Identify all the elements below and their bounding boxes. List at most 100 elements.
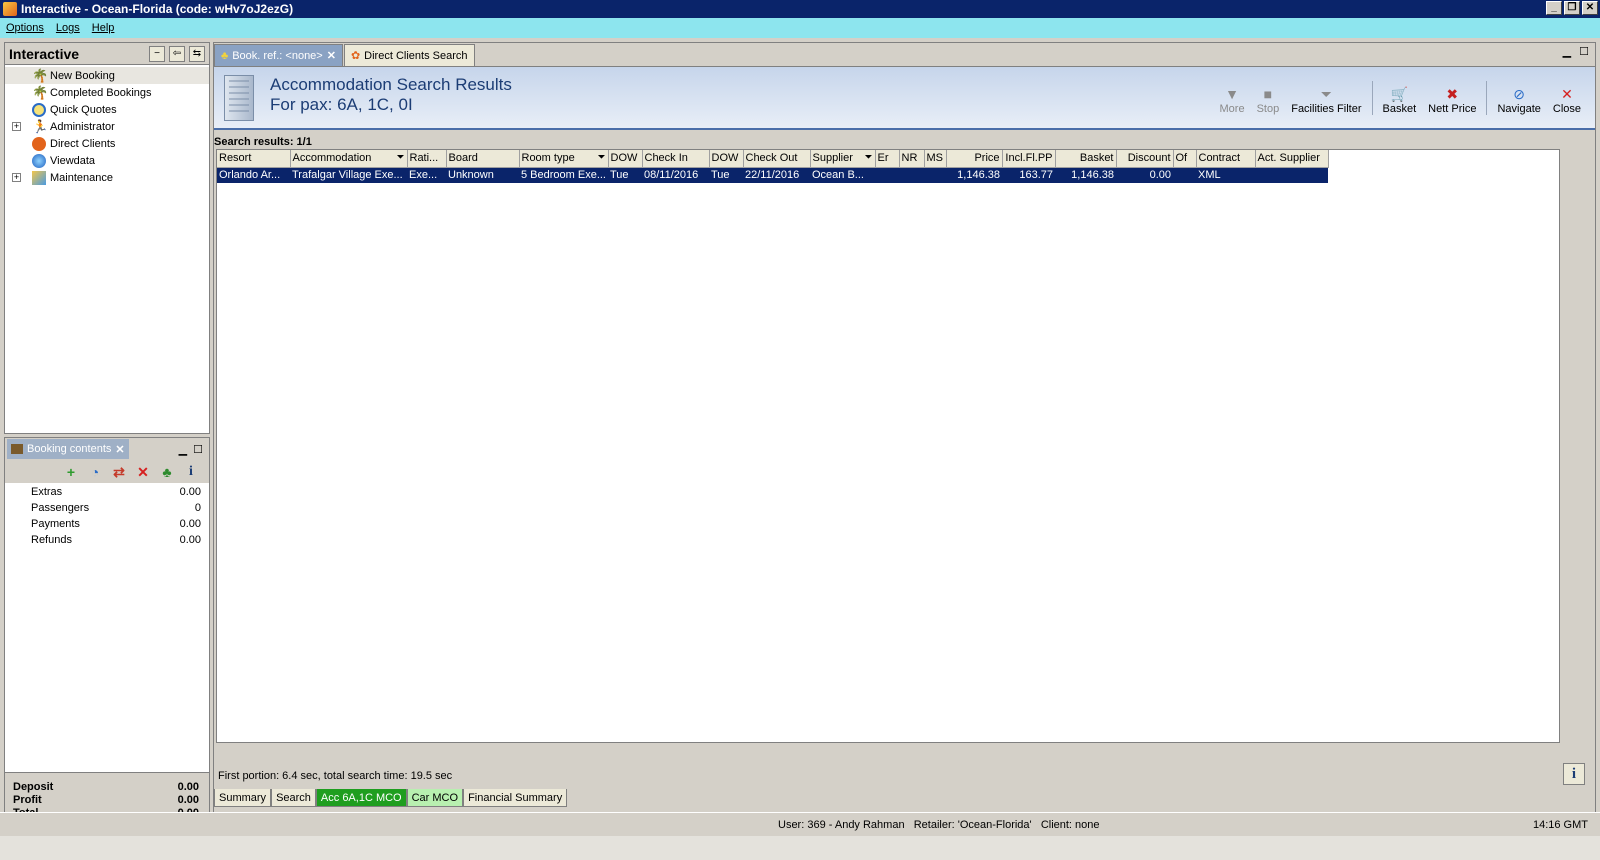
maximize-pane-icon[interactable]: ☐	[1579, 45, 1589, 58]
filter-icon[interactable]: ⏷	[397, 152, 405, 163]
more-button[interactable]: ▼ More	[1214, 85, 1251, 115]
cell-rating: Exe...	[407, 167, 446, 183]
basket-button[interactable]: 🛒 Basket	[1377, 85, 1423, 115]
add-icon[interactable]: +	[63, 464, 79, 480]
column-header-nr[interactable]: NR	[899, 150, 925, 168]
navigation-title: Interactive	[9, 45, 80, 62]
nav-item-maintenance[interactable]: + Maintenance	[5, 169, 209, 186]
nav-item-label: Viewdata	[50, 154, 96, 167]
toolbar-separator	[1486, 81, 1488, 115]
cell-basket: 1,146.38	[1055, 167, 1116, 183]
info-icon[interactable]: i	[183, 464, 199, 480]
nav-item-administrator[interactable]: + 🏃 Administrator	[5, 118, 209, 135]
navigation-tree: 🌴 New Booking 🌴 Completed Bookings Quick…	[5, 65, 209, 186]
tab-financial-summary[interactable]: Financial Summary	[463, 789, 568, 807]
column-header-er[interactable]: Er	[875, 150, 900, 168]
column-header-resort[interactable]: Resort	[217, 150, 291, 168]
navigation-header: Interactive − ⇦ ⇆	[5, 43, 209, 65]
tab-car-mco[interactable]: Car MCO	[406, 789, 464, 807]
column-header-check-in[interactable]: Check In	[642, 150, 710, 168]
window-titlebar: Interactive - Ocean-Florida (code: wHv7o…	[0, 0, 1600, 18]
transfer-icon[interactable]: ⇄	[111, 464, 127, 480]
column-header-supplier[interactable]: Supplier ⏷	[810, 150, 876, 168]
maximize-panel-icon[interactable]: ☐	[193, 443, 203, 456]
booking-row-label: Extras	[31, 486, 63, 498]
booking-row-value: 0.00	[179, 534, 201, 546]
nav-item-viewdata[interactable]: Viewdata	[5, 152, 209, 169]
column-header-incl-fl-pp[interactable]: Incl.Fl.PP	[1002, 150, 1056, 168]
close-tab-icon[interactable]: ✕	[327, 49, 336, 62]
clock-icon[interactable]: ◔	[87, 464, 103, 480]
close-window-button[interactable]: ✕	[1582, 1, 1598, 15]
window-title: Interactive - Ocean-Florida (code: wHv7o…	[21, 2, 294, 16]
stop-button[interactable]: ■ Stop	[1251, 85, 1286, 115]
tab-booking-reference[interactable]: ♣ Book. ref.: <none> ✕	[214, 44, 343, 66]
cell-resort: Orlando Ar...	[217, 167, 290, 183]
menu-help[interactable]: Help	[92, 22, 115, 34]
palm-tree-icon[interactable]: ♣	[159, 464, 175, 480]
column-header-discount[interactable]: Discount	[1116, 150, 1174, 168]
booking-toolbar: + ◔ ⇄ ✕ ♣ i	[5, 460, 209, 484]
nav-item-completed-bookings[interactable]: 🌴 Completed Bookings	[5, 84, 209, 101]
person-icon: 🏃	[32, 118, 49, 134]
column-header-dow-in[interactable]: DOW	[608, 150, 643, 168]
navigate-button[interactable]: ⊘ Navigate	[1491, 85, 1546, 115]
search-timing-text: First portion: 6.4 sec, total search tim…	[218, 770, 453, 782]
minimize-panel-icon[interactable]: ▁	[179, 443, 187, 456]
back-icon[interactable]: ⇦	[169, 45, 185, 62]
facilities-filter-button[interactable]: ⏷ Facilities Filter	[1285, 85, 1367, 115]
cell-price: 1,146.38	[946, 167, 1002, 183]
total-value: 0.00	[177, 781, 199, 793]
expand-icon[interactable]: +	[12, 173, 21, 182]
nav-item-label: New Booking	[50, 69, 115, 82]
cell-dow-in: Tue	[608, 167, 642, 183]
tab-direct-clients-search[interactable]: ✿ Direct Clients Search	[343, 44, 475, 66]
column-header-room-type[interactable]: Room type ⏷	[519, 150, 609, 168]
tab-label: Book. ref.: <none>	[232, 49, 323, 62]
close-button[interactable]: ✕ Close	[1547, 85, 1587, 115]
column-header-basket[interactable]: Basket	[1055, 150, 1117, 168]
more-label: More	[1219, 103, 1245, 115]
info-button[interactable]: i	[1563, 763, 1585, 785]
column-header-dow-out[interactable]: DOW	[709, 150, 744, 168]
list-item: Refunds 0.00	[5, 534, 209, 550]
basket-label: Basket	[1382, 103, 1417, 115]
booking-summary-list: Extras 0.00 Passengers 0 Payments 0.00 R…	[5, 484, 209, 550]
filter-icon[interactable]: ⏷	[865, 152, 873, 163]
nav-item-quick-quotes[interactable]: Quick Quotes	[5, 101, 209, 118]
column-header-of[interactable]: Of	[1173, 150, 1197, 168]
nav-item-new-booking[interactable]: 🌴 New Booking	[5, 67, 209, 84]
suitcase-icon	[11, 444, 23, 454]
sync-icon[interactable]: ⇆	[189, 45, 205, 62]
results-table[interactable]: Resort Accommodation ⏷ Rati... Board Room…	[216, 149, 1560, 743]
column-header-contract[interactable]: Contract	[1196, 150, 1256, 168]
column-header-ms[interactable]: MS	[924, 150, 947, 168]
close-tab-icon[interactable]: ✕	[115, 443, 124, 456]
column-header-price[interactable]: Price	[946, 150, 1003, 168]
column-header-board[interactable]: Board	[446, 150, 520, 168]
menu-options[interactable]: Options	[6, 22, 44, 34]
menu-logs[interactable]: Logs	[56, 22, 80, 34]
table-row[interactable]: Orlando Ar... Trafalgar Village Exe... E…	[217, 167, 1328, 183]
cell-ms	[924, 167, 946, 183]
expand-icon[interactable]: +	[12, 122, 21, 131]
nett-price-button[interactable]: ✖ Nett Price	[1422, 85, 1482, 115]
tab-search[interactable]: Search	[271, 789, 316, 807]
tab-summary[interactable]: Summary	[214, 789, 272, 807]
column-header-act-supplier[interactable]: Act. Supplier	[1255, 150, 1329, 168]
collapse-all-icon[interactable]: −	[149, 45, 165, 62]
filter-icon: ⏷	[1320, 86, 1332, 102]
cell-check-in: 08/11/2016	[642, 167, 709, 183]
column-header-check-out[interactable]: Check Out	[743, 150, 811, 168]
booking-contents-tab[interactable]: Booking contents ✕	[7, 439, 129, 459]
minimize-button[interactable]: _	[1546, 1, 1562, 15]
minimize-pane-icon[interactable]: ▁	[1563, 45, 1571, 58]
delete-icon[interactable]: ✕	[135, 464, 151, 480]
column-header-accommodation[interactable]: Accommodation ⏷	[290, 150, 408, 168]
restore-button[interactable]: ❐	[1564, 1, 1580, 15]
filter-icon[interactable]: ⏷	[598, 152, 606, 163]
total-row: Profit 0.00	[13, 794, 199, 807]
column-header-rating[interactable]: Rati...	[407, 150, 447, 168]
tab-accommodation-mco[interactable]: Acc 6A,1C MCO	[315, 789, 407, 807]
nav-item-direct-clients[interactable]: Direct Clients	[5, 135, 209, 152]
